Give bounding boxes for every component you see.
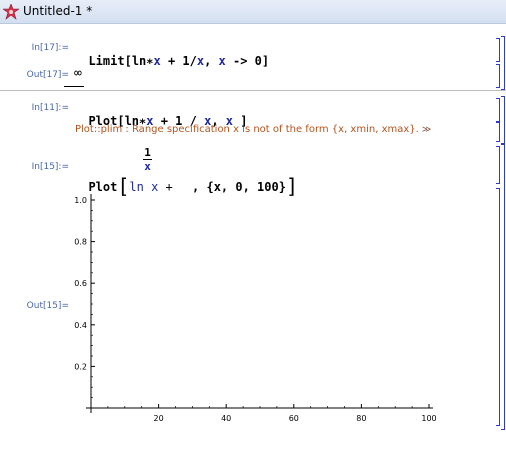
x-tick-label: 80 [356, 414, 366, 423]
x-tick-label: 40 [221, 414, 231, 423]
y-tick-label: 0.2 [74, 362, 87, 371]
x-tick-label: 100 [421, 414, 436, 423]
y-tick-label: 0.8 [74, 238, 87, 247]
x-tick-label: 20 [154, 414, 164, 423]
x-tick-label: 60 [289, 414, 299, 423]
y-tick-label: 0.6 [74, 279, 87, 288]
plot-axes: 20 40 60 80 100 0.2 0.4 0.6 0.8 1.0 [74, 194, 437, 423]
plot-graphic[interactable]: 20 40 60 80 100 0.2 0.4 0.6 0.8 1.0 [0, 0, 506, 462]
y-tick-label: 1.0 [74, 196, 87, 205]
y-tick-label: 0.4 [74, 321, 87, 330]
